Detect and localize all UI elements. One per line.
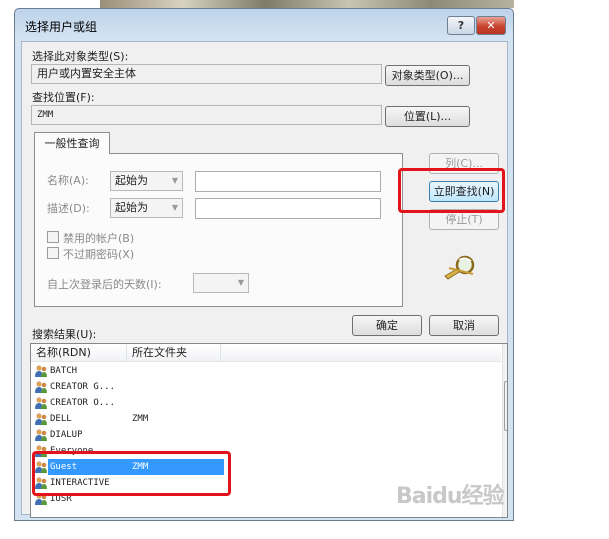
non-expiring-password-checkbox[interactable] — [47, 247, 59, 259]
list-item[interactable]: DIALUP — [31, 427, 501, 443]
list-item[interactable]: BATCH — [31, 363, 501, 379]
scroll-down-icon[interactable]: ▼ — [507, 503, 508, 512]
days-since-logon-label: 自上次登录后的天数(I): — [47, 278, 162, 291]
scroll-up-icon[interactable]: ▲ — [507, 348, 508, 357]
window-title: 选择用户或组 — [25, 20, 98, 34]
search-results-label: 搜索结果(U): — [32, 328, 97, 341]
user-group-icon — [34, 364, 48, 378]
tab-general-queries[interactable]: 一般性查询 — [34, 132, 110, 154]
days-since-logon-combo[interactable]: ▼ — [193, 273, 249, 293]
search-magnifier-icon — [443, 254, 479, 280]
chevron-down-icon: ▼ — [171, 176, 178, 185]
disabled-accounts-label: 禁用的帐户(B) — [63, 232, 135, 245]
help-button[interactable]: ? — [447, 16, 475, 35]
name-label: 名称(A): — [47, 174, 89, 187]
select-users-dialog: 选择用户或组 ? ✕ 选择此对象类型(S): 用户或内置安全主体 对象类型(O)… — [14, 8, 514, 521]
cancel-button[interactable]: 取消 — [429, 315, 499, 336]
background-photo-strip — [100, 0, 514, 8]
object-type-field: 用户或内置安全主体 — [31, 64, 382, 84]
row-name: DELL — [50, 414, 72, 424]
user-group-icon — [34, 380, 48, 394]
close-button[interactable]: ✕ — [476, 16, 506, 35]
description-match-combo[interactable]: 起始为 ▼ — [110, 198, 183, 218]
chevron-down-icon: ▼ — [237, 278, 244, 287]
list-item[interactable]: CREATOR O... — [31, 395, 501, 411]
column-header-folder[interactable]: 所在文件夹 — [127, 344, 221, 362]
row-name: CREATOR O... — [50, 398, 116, 408]
locations-button[interactable]: 位置(L)... — [385, 106, 470, 127]
object-types-button[interactable]: 对象类型(O)... — [385, 65, 470, 86]
list-item[interactable]: CREATOR G... — [31, 379, 501, 395]
row-name: CREATOR G... — [50, 382, 116, 392]
watermark: Baidu经验 — [396, 484, 505, 509]
row-name: DIALUP — [50, 430, 83, 440]
list-item[interactable]: DELL ZMM — [31, 411, 501, 427]
row-folder: ZMM — [132, 414, 149, 424]
find-now-highlight — [398, 168, 505, 213]
user-group-icon — [34, 428, 48, 442]
name-match-value: 起始为 — [115, 174, 148, 187]
non-expiring-password-label: 不过期密码(X) — [63, 248, 135, 261]
name-match-combo[interactable]: 起始为 ▼ — [110, 171, 183, 191]
disabled-accounts-checkbox[interactable] — [47, 231, 59, 243]
guest-highlight — [32, 451, 231, 496]
chevron-down-icon: ▼ — [171, 203, 178, 212]
user-group-icon — [34, 412, 48, 426]
object-type-label: 选择此对象类型(S): — [32, 50, 129, 63]
location-label: 查找位置(F): — [32, 91, 95, 104]
scrollbar-thumb[interactable]: ≡ — [504, 381, 507, 431]
location-field: ZMM — [31, 105, 382, 125]
dialog-body: 选择此对象类型(S): 用户或内置安全主体 对象类型(O)... 查找位置(F)… — [21, 41, 508, 518]
results-header: 名称(RDN) 所在文件夹 — [31, 344, 501, 362]
query-group: 名称(A): 起始为 ▼ 描述(D): 起始为 ▼ 禁用的帐户(B) 不过期密码… — [34, 153, 403, 307]
description-match-value: 起始为 — [115, 201, 148, 214]
user-group-icon — [34, 396, 48, 410]
description-input[interactable] — [195, 198, 381, 219]
row-name: BATCH — [50, 366, 78, 376]
name-input[interactable] — [195, 171, 381, 192]
description-label: 描述(D): — [47, 202, 90, 215]
ok-button[interactable]: 确定 — [352, 315, 422, 336]
column-header-name[interactable]: 名称(RDN) — [31, 344, 127, 362]
